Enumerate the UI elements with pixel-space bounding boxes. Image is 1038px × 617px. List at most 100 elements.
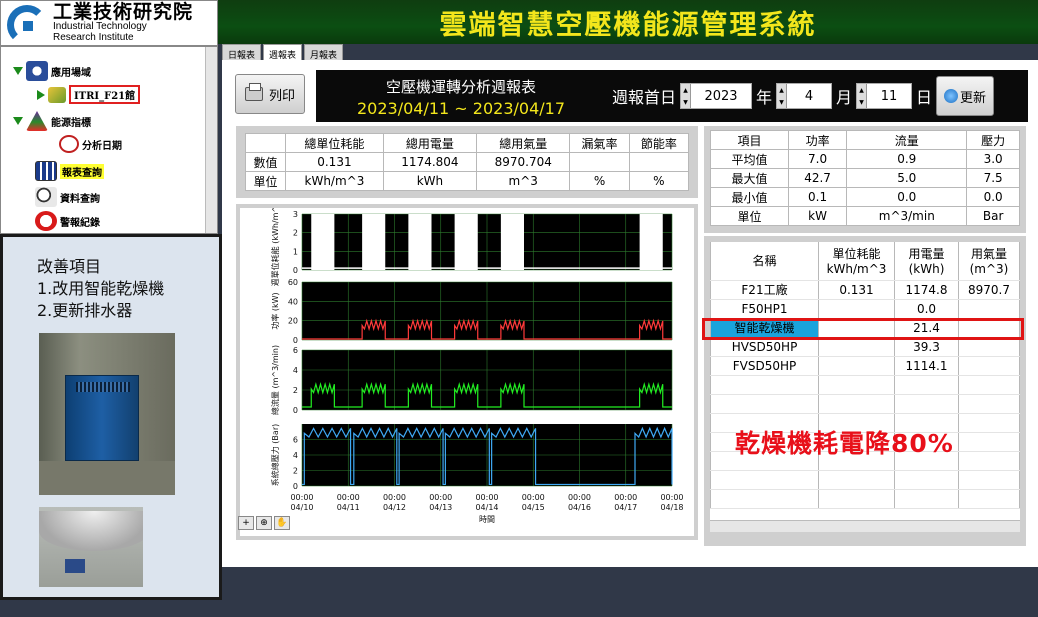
x-tick-label: 04/13 [429, 503, 452, 512]
improvement-panel: 改善項目 1.改用智能乾燥機 2.更新排水器 [0, 234, 222, 600]
alarm-clock-icon [35, 211, 57, 231]
table-row[interactable]: F21工廠 0.131 1174.8 8970.7 [710, 280, 1020, 300]
meter-table-hscrollbar[interactable] [710, 520, 1020, 532]
y-tick-label: 2 [293, 386, 298, 395]
stepper-arrows-icon[interactable]: ▲ ▼ [777, 84, 788, 108]
x-tick-label: 00:00 [614, 493, 637, 502]
report-title-box: 空壓機運轉分析週報表 2023/04/11 ~ 2023/04/17 [316, 70, 606, 122]
printer-icon [244, 83, 263, 101]
y-axis-label: 週單位耗能 (kWh/m^3) [270, 208, 280, 286]
bar-chart-icon [35, 161, 57, 181]
x-tick-label: 00:00 [290, 493, 313, 502]
stats-table: 項目 功率 流量 壓力 平均值 7.0 0.9 3.0 最大值 42.7 5.0 7.5 最… [710, 130, 1020, 226]
refresh-button[interactable]: 更新 [936, 76, 995, 116]
app-title: 雲端智慧空壓機能源管理系統 [439, 9, 817, 41]
month-stepper[interactable]: ▲ ▼ 4 [776, 83, 833, 109]
trend-charts-frame: 0 1 2 3 週單位耗能 (kWh/m^3) 0 20 40 60 功率 (kW) 0 2 4 6 總流量… [236, 198, 698, 540]
table-row: 平均值 7.0 0.9 3.0 [710, 149, 1020, 169]
tree-item-energy-index[interactable]: 能源指標 [13, 111, 91, 131]
tree-item-alarm-log[interactable]: 警報紀錄 [35, 211, 100, 231]
logo-en-2: Research Institute [53, 31, 134, 43]
y-tick-label: 6 [293, 346, 298, 355]
zoom-tool-icon[interactable]: ⊕ [256, 516, 272, 530]
tree-item-site-node[interactable]: ITRI_F21館 [37, 85, 141, 104]
table-row[interactable]: F50HP1 0.0 [710, 299, 1020, 319]
improvement-item-2: 2.更新排水器 [37, 301, 133, 320]
x-tick-label: 04/11 [337, 503, 360, 512]
y-axis-label: 系統總壓力 (Bar) [270, 424, 280, 486]
x-tick-label: 00:00 [429, 493, 452, 502]
x-tick-label: 00:00 [475, 493, 498, 502]
y-tick-label: 60 [288, 278, 298, 287]
y-tick-label: 4 [293, 366, 298, 375]
y-tick-label: 40 [288, 297, 298, 306]
data-bar [500, 214, 524, 270]
stepper-arrows-icon[interactable]: ▲ ▼ [681, 84, 692, 108]
smart-dryer-photo [39, 333, 175, 495]
data-bar [362, 214, 386, 270]
table-row: 單位 kW m^3/min Bar [710, 206, 1020, 226]
summary-table: 總單位耗能 總用電量 總用氣量 漏氣率 節能率 數值 0.131 1174.80… [244, 133, 690, 191]
table-row[interactable]: FVSD50HP 1114.1 [710, 356, 1020, 376]
pan-tool-icon[interactable]: ✋ [274, 516, 290, 530]
y-tick-label: 0 [293, 336, 298, 345]
x-tick-label: 04/18 [660, 503, 683, 512]
report-title: 空壓機運轉分析週報表 [385, 78, 536, 96]
data-bar [311, 214, 335, 270]
x-tick-label: 04/16 [568, 503, 591, 512]
x-tick-label: 00:00 [660, 493, 683, 502]
dryer-saving-note: 乾燥機耗電降80% [735, 429, 954, 458]
calendar-clock-icon [59, 135, 79, 153]
y-tick-label: 2 [293, 467, 298, 476]
stats-table-frame: 項目 功率 流量 壓力 平均值 7.0 0.9 3.0 最大值 42.7 5.0 7.5 最… [704, 126, 1026, 233]
y-tick-label: 4 [293, 451, 298, 460]
table-row: 單位 kWh/m^3 kWh m^3 % % [244, 171, 690, 191]
navigation-tree: 應用場域 ITRI_F21館 能源指標 分析日期 報表查詢 資料查詢 警報紀錄 [0, 46, 218, 234]
print-button[interactable]: 列印 [235, 74, 305, 114]
itri-logo: 工業技術研究院 Industrial Technology Research I… [0, 0, 218, 46]
table-row: 數值 0.131 1174.804 8970.704 [244, 152, 690, 172]
y-tick-label: 0 [293, 482, 298, 491]
x-axis-label: 時間 [479, 515, 495, 524]
tree-item-data-query[interactable]: 資料查詢 [35, 187, 100, 207]
y-tick-label: 2 [293, 229, 298, 238]
year-stepper[interactable]: ▲ ▼ 2023 [680, 83, 753, 109]
cursor-tool-icon[interactable]: + [238, 516, 254, 530]
y-tick-label: 0 [293, 266, 298, 275]
x-tick-label: 00:00 [568, 493, 591, 502]
table-row: 最小值 0.1 0.0 0.0 [710, 187, 1020, 207]
x-tick-label: 04/14 [475, 503, 498, 512]
circuit-board-icon [48, 86, 66, 103]
y-axis-label: 功率 (kW) [270, 292, 280, 329]
logo-zh: 工業技術研究院 [53, 0, 194, 23]
x-tick-label: 04/12 [383, 503, 406, 512]
y-tick-label: 20 [288, 317, 298, 326]
expand-arrow-icon[interactable] [13, 117, 23, 125]
table-row: 最大值 42.7 5.0 7.5 [710, 168, 1020, 188]
tree-item-app-site[interactable]: 應用場域 [13, 61, 91, 81]
chart-toolbar: + ⊕ ✋ [238, 516, 294, 532]
tree-item-analysis-date[interactable]: 分析日期 [59, 135, 122, 153]
collapse-arrow-icon[interactable] [37, 89, 45, 100]
house-icon [26, 61, 48, 81]
improvement-item-1: 1.改用智能乾燥機 [37, 279, 165, 298]
dryer-highlight-box [702, 318, 1024, 340]
meter-table-scroller[interactable]: 名稱 單位耗能 kWh/m^3 用電量 (kWh) 用氣量 (m^3) F21工… [710, 242, 1020, 532]
data-bar [408, 214, 432, 270]
x-tick-label: 00:00 [522, 493, 545, 502]
trend-charts: 0123週單位耗能 (kWh/m^3)0204060功率 (kW)0246總流量… [270, 198, 684, 524]
x-tick-label: 04/10 [290, 503, 313, 512]
expand-arrow-icon[interactable] [13, 67, 23, 75]
improvement-heading: 改善項目 [37, 257, 102, 276]
meter-table-frame: 名稱 單位耗能 kWh/m^3 用電量 (kWh) 用氣量 (m^3) F21工… [704, 236, 1026, 546]
y-tick-label: 1 [293, 247, 298, 256]
tree-scrollbar[interactable] [205, 47, 217, 233]
x-tick-label: 04/15 [522, 503, 545, 512]
day-stepper[interactable]: ▲ ▼ 11 [856, 83, 913, 109]
stepper-arrows-icon[interactable]: ▲ ▼ [857, 84, 868, 108]
drain-valve-photo [39, 507, 143, 587]
tree-item-report-query[interactable]: 報表查詢 [35, 161, 104, 181]
x-tick-label: 00:00 [383, 493, 406, 502]
data-bar [639, 214, 663, 270]
summary-table-frame: 總單位耗能 總用電量 總用氣量 漏氣率 節能率 數值 0.131 1174.80… [236, 126, 698, 198]
